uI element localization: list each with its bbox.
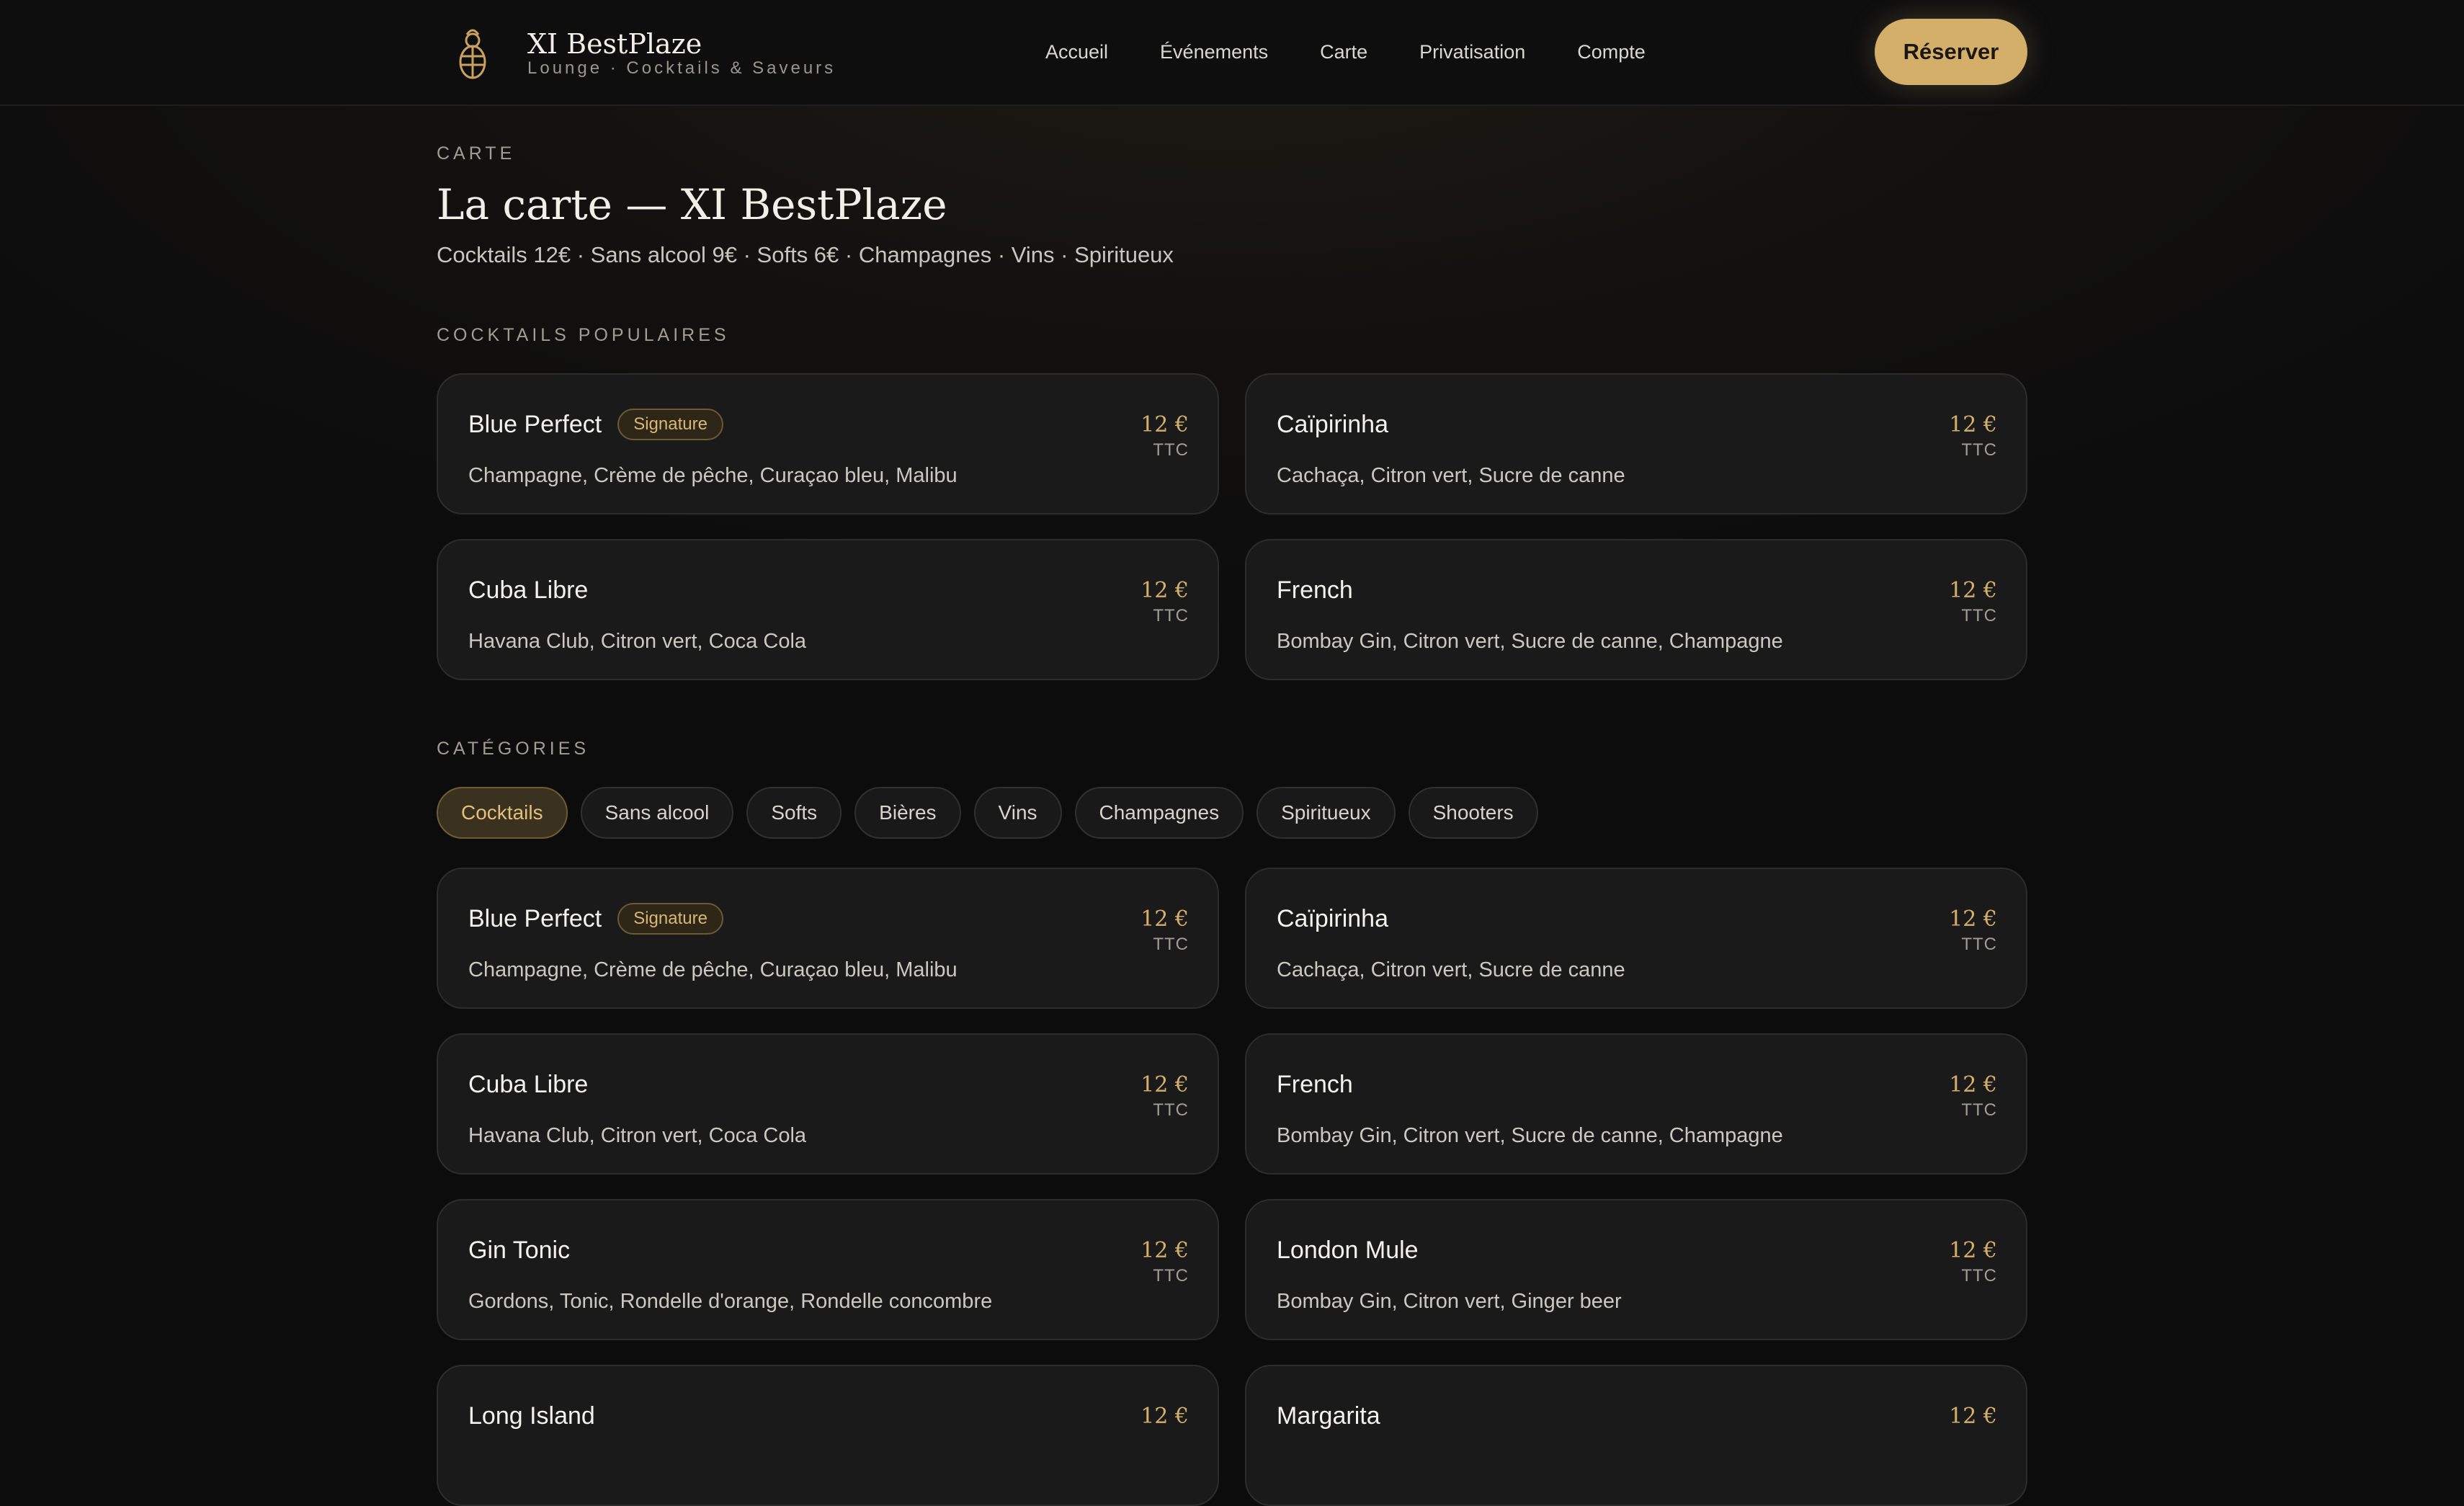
- item-price: 12 € TTC: [1949, 905, 1997, 955]
- item-description: Bombay Gin, Citron vert, Ginger beer: [1277, 1290, 1622, 1313]
- top-navigation-bar: XI BestPlaze Lounge · Cocktails & Saveur…: [0, 0, 2464, 106]
- chip-champagnes[interactable]: Champagnes: [1074, 787, 1244, 839]
- item-price: 12 € TTC: [1949, 576, 1997, 627]
- item-price: 12 € TTC: [1141, 411, 1189, 461]
- signature-badge: Signature: [617, 903, 723, 935]
- price-value: 12 €: [1141, 578, 1189, 603]
- price-value: 12 €: [1141, 412, 1189, 437]
- item-name: Blue Perfect: [468, 411, 602, 438]
- menu-card[interactable]: Margarita 12 €: [1245, 1365, 2027, 1506]
- price-ttc: TTC: [1153, 606, 1189, 625]
- item-name: London Mule: [1277, 1237, 1419, 1264]
- price-value: 12 €: [1141, 1072, 1189, 1097]
- item-price: 12 € TTC: [1141, 905, 1189, 955]
- price-value: 12 €: [1949, 412, 1997, 437]
- popular-section-label: COCKTAILS POPULAIRES: [437, 325, 730, 345]
- item-description: Gordons, Tonic, Rondelle d'orange, Ronde…: [468, 1290, 993, 1313]
- menu-card[interactable]: Gin Tonic Gordons, Tonic, Rondelle d'ora…: [437, 1199, 1219, 1340]
- popular-card[interactable]: Cuba Libre Havana Club, Citron vert, Coc…: [437, 539, 1219, 680]
- price-value: 12 €: [1949, 1072, 1997, 1097]
- price-value: 12 €: [1949, 578, 1997, 603]
- item-description: Champagne, Crème de pêche, Curaçao bleu,…: [468, 464, 958, 487]
- item-price: 12 €: [1141, 1402, 1189, 1431]
- popular-card[interactable]: Blue Perfect Signature Champagne, Crème …: [437, 373, 1219, 514]
- price-ttc: TTC: [1153, 1100, 1189, 1120]
- item-description: Bombay Gin, Citron vert, Sucre de canne,…: [1277, 1124, 1783, 1147]
- item-name: Margarita: [1277, 1402, 1380, 1430]
- nav-carte[interactable]: Carte: [1320, 36, 1367, 68]
- price-ttc: TTC: [1153, 1266, 1189, 1286]
- reserve-button[interactable]: Réserver: [1875, 19, 2027, 85]
- chip-spiritueux[interactable]: Spiritueux: [1256, 787, 1396, 839]
- price-value: 12 €: [1949, 906, 1997, 932]
- popular-card[interactable]: French Bombay Gin, Citron vert, Sucre de…: [1245, 539, 2027, 680]
- page-title: La carte — XI BestPlaze: [437, 180, 947, 229]
- item-price: 12 € TTC: [1949, 1071, 1997, 1121]
- item-name: Cuba Libre: [468, 1071, 589, 1098]
- item-price: 12 € TTC: [1949, 1237, 1997, 1287]
- menu-card[interactable]: Caïpirinha Cachaça, Citron vert, Sucre d…: [1245, 868, 2027, 1009]
- main-nav: Accueil Événements Carte Privatisation C…: [1045, 36, 1646, 68]
- item-name: Long Island: [468, 1402, 595, 1430]
- menu-grid: Blue Perfect Signature Champagne, Crème …: [437, 868, 2027, 1506]
- menu-card[interactable]: French Bombay Gin, Citron vert, Sucre de…: [1245, 1033, 2027, 1175]
- item-price: 12 € TTC: [1949, 411, 1997, 461]
- item-name: French: [1277, 576, 1353, 604]
- item-price: 12 €: [1949, 1402, 1997, 1431]
- nav-evenements[interactable]: Événements: [1160, 36, 1268, 68]
- item-price: 12 € TTC: [1141, 576, 1189, 627]
- item-price: 12 € TTC: [1141, 1071, 1189, 1121]
- menu-card[interactable]: Blue Perfect Signature Champagne, Crème …: [437, 868, 1219, 1009]
- price-value: 12 €: [1141, 1238, 1189, 1263]
- price-ttc: TTC: [1961, 935, 1997, 954]
- chip-cocktails[interactable]: Cocktails: [437, 787, 568, 839]
- chip-softs[interactable]: Softs: [746, 787, 842, 839]
- price-value: 12 €: [1141, 1404, 1189, 1429]
- item-description: Cachaça, Citron vert, Sucre de canne: [1277, 958, 1625, 981]
- price-ttc: TTC: [1153, 440, 1189, 460]
- item-description: Champagne, Crème de pêche, Curaçao bleu,…: [468, 958, 958, 981]
- item-description: Havana Club, Citron vert, Coca Cola: [468, 1124, 807, 1147]
- item-description: Bombay Gin, Citron vert, Sucre de canne,…: [1277, 630, 1783, 653]
- item-name: Cuba Libre: [468, 576, 589, 604]
- popular-card[interactable]: Caïpirinha Cachaça, Citron vert, Sucre d…: [1245, 373, 2027, 514]
- page-eyebrow: CARTE: [437, 143, 516, 164]
- menu-card[interactable]: London Mule Bombay Gin, Citron vert, Gin…: [1245, 1199, 2027, 1340]
- chip-shooters[interactable]: Shooters: [1408, 787, 1538, 839]
- brand[interactable]: XI BestPlaze Lounge · Cocktails & Saveur…: [451, 24, 836, 82]
- nav-compte[interactable]: Compte: [1577, 36, 1646, 68]
- price-ttc: TTC: [1961, 1266, 1997, 1286]
- item-name: Caïpirinha: [1277, 411, 1388, 438]
- brand-name: XI BestPlaze: [527, 28, 702, 60]
- item-name: Gin Tonic: [468, 1237, 571, 1264]
- item-name: French: [1277, 1071, 1353, 1098]
- price-ttc: TTC: [1961, 1100, 1997, 1120]
- item-description: Havana Club, Citron vert, Coca Cola: [468, 630, 807, 653]
- price-ttc: TTC: [1961, 440, 1997, 460]
- scarab-logo-icon: [459, 29, 486, 79]
- page-subtitle: Cocktails 12€ · Sans alcool 9€ · Softs 6…: [437, 242, 1174, 267]
- item-name: Blue Perfect: [468, 905, 602, 932]
- popular-grid: Blue Perfect Signature Champagne, Crème …: [437, 373, 2027, 680]
- brand-tagline: Lounge · Cocktails & Saveurs: [527, 58, 836, 78]
- nav-accueil[interactable]: Accueil: [1045, 36, 1108, 68]
- price-value: 12 €: [1949, 1238, 1997, 1263]
- chip-bieres[interactable]: Bières: [854, 787, 961, 839]
- chip-sans-alcool[interactable]: Sans alcool: [580, 787, 734, 839]
- chip-vins[interactable]: Vins: [973, 787, 1062, 839]
- categories-section-label: CATÉGORIES: [437, 739, 590, 759]
- item-price: 12 € TTC: [1141, 1237, 1189, 1287]
- price-value: 12 €: [1141, 906, 1189, 932]
- price-ttc: TTC: [1153, 935, 1189, 954]
- nav-privatisation[interactable]: Privatisation: [1419, 36, 1525, 68]
- menu-card[interactable]: Long Island 12 €: [437, 1365, 1219, 1506]
- item-name: Caïpirinha: [1277, 905, 1388, 932]
- item-description: Cachaça, Citron vert, Sucre de canne: [1277, 464, 1625, 487]
- menu-card[interactable]: Cuba Libre Havana Club, Citron vert, Coc…: [437, 1033, 1219, 1175]
- signature-badge: Signature: [617, 409, 723, 440]
- menu-page: CARTE La carte — XI BestPlaze Cocktails …: [437, 143, 2027, 1506]
- category-filter: Cocktails Sans alcool Softs Bières Vins …: [437, 787, 2027, 839]
- price-ttc: TTC: [1961, 606, 1997, 625]
- price-value: 12 €: [1949, 1404, 1997, 1429]
